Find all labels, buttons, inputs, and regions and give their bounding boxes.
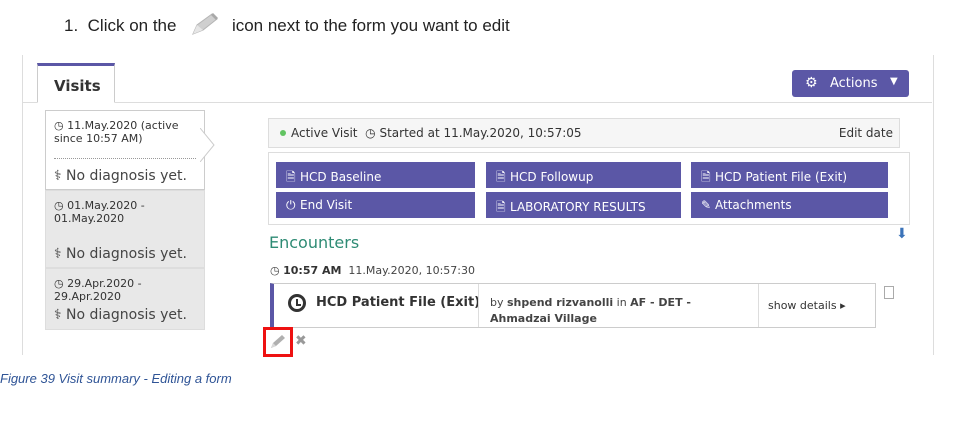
visit-diagnosis: ⚕ No diagnosis yet. xyxy=(54,307,187,323)
caret-down-icon: ▼ xyxy=(890,76,898,87)
visit-date: ◷ 29.Apr.2020 - 29.Apr.2020 xyxy=(54,277,142,303)
instruction-number: 1. xyxy=(64,16,79,35)
clock-icon xyxy=(288,294,306,312)
end-visit-button[interactable]: ⏻ End Visit xyxy=(276,192,475,218)
visit-diagnosis: ⚕ No diagnosis yet. xyxy=(54,168,187,184)
visit-diagnosis: ⚕ No diagnosis yet. xyxy=(54,246,187,262)
encounter-time: ◷ 10:57 AM 11.May.2020, 10:57:30 xyxy=(270,264,475,277)
stethoscope-icon: ⚕ xyxy=(54,246,62,262)
instruction-after: icon next to the form you want to edit xyxy=(231,16,510,35)
visit-item[interactable]: ◷ 01.May.2020 - 01.May.2020 ⚕ No diagnos… xyxy=(45,190,205,268)
divider xyxy=(478,284,479,327)
document-icon[interactable] xyxy=(884,286,894,299)
tab-divider xyxy=(22,102,932,103)
document-icon: 🗎 xyxy=(701,170,711,184)
show-details-link[interactable]: show details ▸ xyxy=(768,299,846,312)
document-icon: 🗎 xyxy=(286,170,296,184)
clock-icon: ◷ xyxy=(365,126,376,140)
visit-item[interactable]: ◷ 29.Apr.2020 - 29.Apr.2020 ⚕ No diagnos… xyxy=(45,268,205,330)
attachments-button[interactable]: ✎ Attachments xyxy=(691,192,888,218)
hcd-baseline-button[interactable]: 🗎 HCD Baseline xyxy=(276,162,475,188)
actions-button[interactable]: ⚙ Actions ▼ xyxy=(792,70,909,97)
arrow-down-icon[interactable]: ⬇ xyxy=(896,226,908,242)
delete-icon[interactable]: ✖ xyxy=(295,333,307,349)
stethoscope-icon: ⚕ xyxy=(54,168,62,184)
instruction-text: 1. Click on the icon next to the form yo… xyxy=(64,12,510,38)
pencil-icon xyxy=(187,12,221,38)
clock-icon: ◷ xyxy=(270,264,280,277)
divider xyxy=(758,284,759,327)
visit-date: ◷ 01.May.2020 - 01.May.2020 xyxy=(54,199,145,225)
active-visit-panel: Active Visit ◷ Started at 11.May.2020, 1… xyxy=(268,118,900,148)
active-visit-text: Active Visit ◷ Started at 11.May.2020, 1… xyxy=(291,126,582,140)
tab-visits-label: Visits xyxy=(54,77,101,95)
encounters-heading: Encounters xyxy=(269,233,360,252)
selection-arrow xyxy=(199,127,218,163)
divider xyxy=(54,158,196,159)
active-status-dot xyxy=(280,130,286,136)
tab-visits[interactable]: Visits xyxy=(37,63,115,103)
actions-label: Actions xyxy=(830,76,878,91)
visit-date: ◷ 11.May.2020 (active since 10:57 AM) xyxy=(54,119,179,145)
document-icon: 🗎 xyxy=(496,200,506,214)
document-icon: 🗎 xyxy=(496,170,506,184)
instruction-before: Click on the xyxy=(87,16,177,35)
encounter-author: by shpend rizvanolli in AF - DET - Ahmad… xyxy=(490,296,691,325)
stethoscope-icon: ⚕ xyxy=(54,307,62,323)
pencil-icon[interactable] xyxy=(268,333,288,351)
clock-icon: ◷ xyxy=(54,199,64,212)
figure-caption: Figure 39 Visit summary - Editing a form xyxy=(0,371,232,386)
edit-date-link[interactable]: Edit date xyxy=(839,126,893,140)
visit-item-active[interactable]: ◷ 11.May.2020 (active since 10:57 AM) ⚕ … xyxy=(45,110,205,190)
gear-icon: ⚙ xyxy=(805,75,818,91)
encounter-title[interactable]: HCD Patient File (Exit) xyxy=(316,295,480,310)
hcd-patient-file-exit-button[interactable]: 🗎 HCD Patient File (Exit) xyxy=(691,162,888,188)
paperclip-icon: ✎ xyxy=(701,198,712,212)
power-icon: ⏻ xyxy=(286,198,296,212)
clock-icon: ◷ xyxy=(54,119,64,132)
laboratory-results-button[interactable]: 🗎 LABORATORY RESULTS xyxy=(486,192,681,218)
clock-icon: ◷ xyxy=(54,277,64,290)
hcd-followup-button[interactable]: 🗎 HCD Followup xyxy=(486,162,681,188)
encounter-card: HCD Patient File (Exit) by shpend rizvan… xyxy=(270,283,876,328)
